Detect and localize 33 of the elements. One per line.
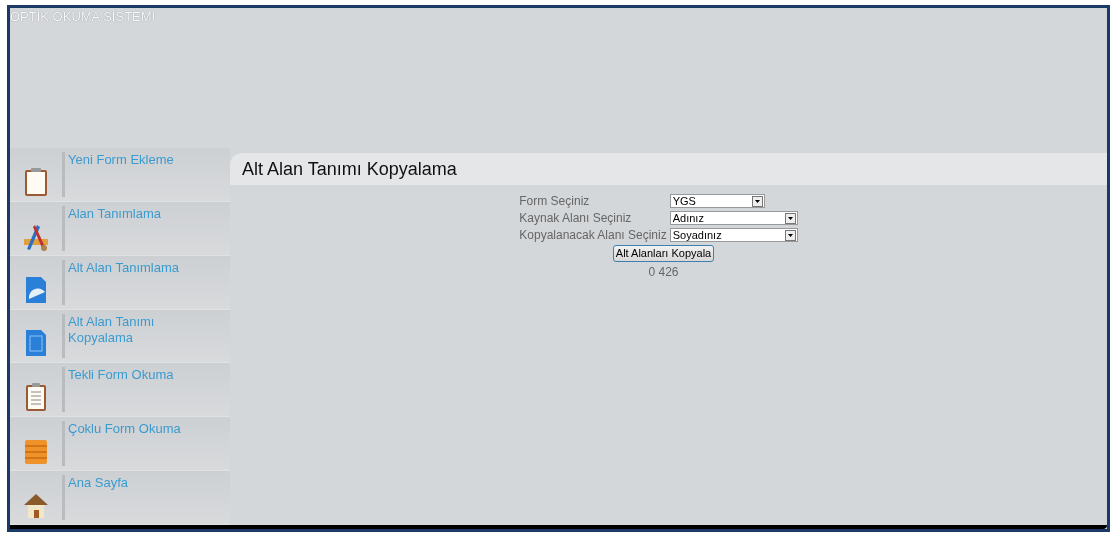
sidebar-label: Yeni Form Ekleme	[67, 151, 175, 169]
clipboard-list-icon	[23, 382, 49, 413]
sidebar-item[interactable]: Alt Alan Tanımlama	[10, 255, 230, 310]
select-field[interactable]: Adınız	[669, 211, 798, 225]
sidebar-item[interactable]: Alan Tanımlama	[10, 201, 230, 256]
sidebar-label: Çoklu Form Okuma	[67, 420, 182, 439]
dropdown-icon	[751, 195, 763, 207]
clipboard-icon	[23, 166, 49, 197]
select-value: YGS	[671, 195, 696, 207]
sidebar-item[interactable]: Alt Alan Tanımı Kopyalama	[10, 309, 230, 364]
document-protractor-icon	[23, 274, 49, 305]
sidebar-label: Alan Tanımlama	[67, 204, 162, 223]
sidebar-label: Tekli Form Okuma	[67, 366, 175, 385]
sidebar-label: Ana Sayfa	[67, 474, 129, 493]
sidebar-item[interactable]: Tekli Form Okuma	[10, 363, 230, 418]
dropdown-icon	[784, 212, 796, 224]
sidebar-item[interactable]: Çoklu Form Okuma	[10, 417, 230, 472]
result-text: 0 426	[648, 264, 679, 281]
select-field[interactable]: Soyadınız	[669, 228, 798, 242]
copy-button[interactable]: Alt Alanları Kopyala	[612, 245, 715, 262]
blueprint-icon	[23, 328, 49, 359]
field-label: Kopyalanacak Alanı Seçiniz	[519, 228, 667, 242]
sidebar-item[interactable]: Yeni Form Ekleme	[10, 148, 230, 202]
select-value: Adınız	[671, 212, 704, 224]
page-title: Alt Alan Tanımı Kopyalama	[242, 157, 457, 181]
sidebar-label: Alt Alan Tanımı Kopyalama	[67, 312, 156, 347]
select-value: Soyadınız	[671, 229, 722, 241]
field-label: Kaynak Alanı Seçiniz	[519, 211, 633, 225]
sidebar-item[interactable]: Ana Sayfa	[10, 471, 230, 525]
sidebar-label: Alt Alan Tanımlama	[67, 258, 181, 277]
dropdown-icon	[784, 229, 796, 241]
select-field[interactable]: YGS	[669, 194, 765, 208]
field-label: Form Seçiniz	[519, 194, 591, 208]
